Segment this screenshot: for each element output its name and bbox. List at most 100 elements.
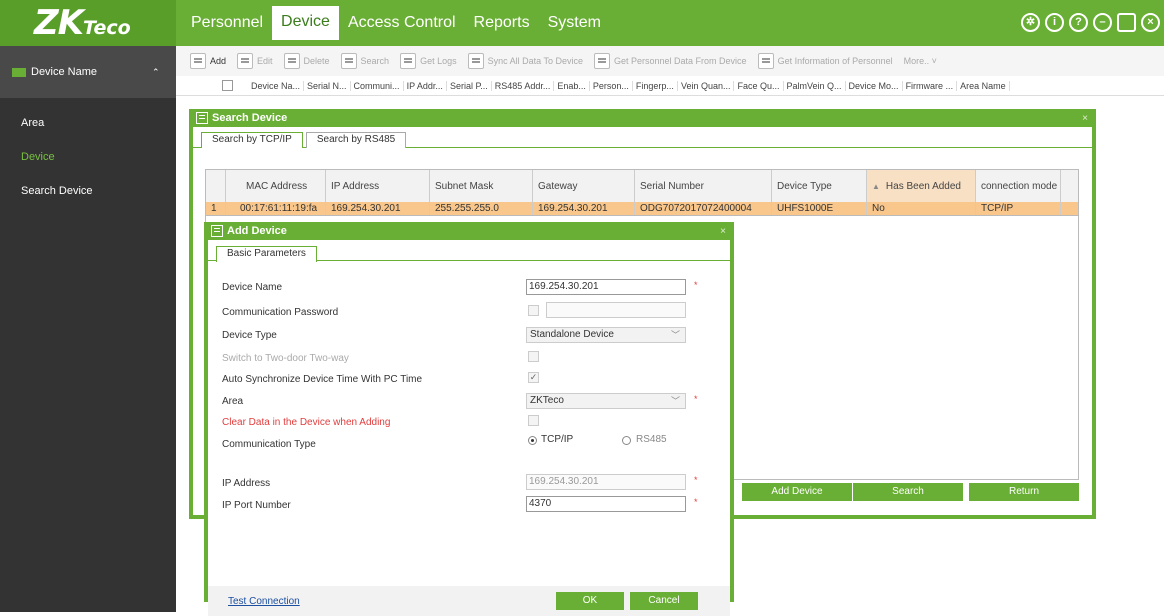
- tcpip-radio[interactable]: [528, 436, 537, 445]
- menu-device[interactable]: Device: [272, 6, 339, 40]
- select-all-checkbox[interactable]: [222, 80, 233, 91]
- menu-personnel[interactable]: Personnel: [182, 0, 272, 46]
- rs485-radio-label: RS485: [636, 434, 667, 445]
- grid-col-mode[interactable]: connection mode: [976, 170, 1061, 202]
- col-device-model[interactable]: Device Mo...: [846, 80, 903, 91]
- ip-address-input[interactable]: 169.254.30.201: [526, 474, 686, 490]
- col-communication[interactable]: Communi...: [351, 80, 404, 91]
- add-device-tabs: Basic Parameters: [208, 240, 730, 262]
- sidebar-header-label: Device Name: [31, 66, 98, 78]
- tcpip-radio-label: TCP/IP: [541, 434, 574, 445]
- search-button[interactable]: Search: [340, 53, 389, 69]
- tab-basic-parameters[interactable]: Basic Parameters: [216, 246, 317, 262]
- collapse-icon[interactable]: ⌃: [152, 67, 160, 78]
- clear-data-checkbox[interactable]: [528, 415, 539, 426]
- ip-port-input[interactable]: 4370: [526, 496, 686, 512]
- col-device-name[interactable]: Device Na...: [248, 80, 305, 91]
- gear-icon[interactable]: ✲: [1021, 13, 1040, 32]
- search-tabs: Search by TCP/IP Search by RS485: [193, 127, 1092, 148]
- info-icon[interactable]: i: [1045, 13, 1064, 32]
- menu-reports[interactable]: Reports: [465, 0, 539, 46]
- help-icon[interactable]: ?: [1069, 13, 1088, 32]
- auto-sync-label: Auto Synchronize Device Time With PC Tim…: [222, 374, 423, 385]
- device-list-header: Device Na... Serial N... Communi... IP A…: [176, 76, 1164, 96]
- col-ip[interactable]: IP Addr...: [404, 80, 447, 91]
- col-firmware[interactable]: Firmware ...: [903, 80, 958, 91]
- add-device-window: Add Device × Basic Parameters Device Nam…: [204, 222, 734, 616]
- menu-access-control[interactable]: Access Control: [339, 0, 465, 46]
- sidebar: Device Name ⌃ Area Device Search Device: [0, 46, 176, 612]
- grid-col-ip[interactable]: IP Address: [326, 170, 430, 202]
- ip-port-label: IP Port Number: [222, 500, 291, 511]
- ok-button[interactable]: OK: [556, 592, 624, 610]
- table-row[interactable]: 1 00:17:61:11:19:fa 169.254.30.201 255.2…: [206, 202, 1078, 215]
- close-icon[interactable]: ×: [1141, 13, 1160, 32]
- search-button[interactable]: Search: [853, 483, 963, 501]
- col-serial-port[interactable]: Serial P...: [447, 80, 492, 91]
- grid-header: MAC Address IP Address Subnet Mask Gatew…: [206, 170, 1078, 202]
- window-icon: [196, 112, 208, 124]
- tab-tcpip[interactable]: Search by TCP/IP: [201, 132, 303, 148]
- delete-button[interactable]: Delete: [283, 53, 330, 69]
- chevron-down-icon: ﹀: [670, 396, 680, 406]
- col-fingerprint[interactable]: Fingerp...: [633, 80, 678, 91]
- toolbar: Add Edit Delete Search Get Logs Sync All…: [176, 46, 1164, 76]
- device-name-label: Device Name: [222, 282, 283, 293]
- grid-col-mac[interactable]: MAC Address: [226, 170, 326, 202]
- main-menu: Personnel Device Access Control Reports …: [182, 0, 610, 46]
- get-logs-button[interactable]: Get Logs: [400, 53, 457, 69]
- top-bar: ZKTeco Personnel Device Access Control R…: [0, 0, 1164, 46]
- switch-two-door-checkbox[interactable]: [528, 351, 539, 362]
- auto-sync-checkbox[interactable]: ✓: [528, 372, 539, 383]
- return-button[interactable]: Return: [969, 483, 1079, 501]
- area-select[interactable]: ZKTeco ﹀: [526, 393, 686, 409]
- close-icon[interactable]: ×: [720, 226, 726, 237]
- search-icon: [340, 53, 357, 69]
- grid-col-gateway[interactable]: Gateway: [533, 170, 635, 202]
- col-serial[interactable]: Serial N...: [304, 80, 351, 91]
- edit-button[interactable]: Edit: [237, 53, 273, 69]
- add-button[interactable]: Add: [190, 53, 226, 69]
- cancel-button[interactable]: Cancel: [630, 592, 698, 610]
- menu-system[interactable]: System: [539, 0, 610, 46]
- sidebar-item-search-device[interactable]: Search Device: [0, 174, 176, 208]
- col-enable[interactable]: Enab...: [554, 80, 590, 91]
- personnel-data-icon: [594, 53, 610, 69]
- col-person[interactable]: Person...: [590, 80, 633, 91]
- sidebar-item-area[interactable]: Area: [0, 106, 176, 140]
- col-vein[interactable]: Vein Quan...: [678, 80, 735, 91]
- window-icon: [211, 225, 223, 237]
- window-controls: ✲ i ? – ×: [1021, 13, 1160, 32]
- add-device-button[interactable]: Add Device: [742, 483, 852, 501]
- required-marker: *: [694, 280, 698, 290]
- rs485-radio[interactable]: [622, 436, 631, 445]
- minimize-icon[interactable]: –: [1093, 13, 1112, 32]
- test-connection-link[interactable]: Test Connection: [228, 596, 300, 607]
- sidebar-header[interactable]: Device Name ⌃: [0, 46, 176, 98]
- device-type-select[interactable]: Standalone Device ﹀: [526, 327, 686, 343]
- col-face[interactable]: Face Qu...: [734, 80, 784, 91]
- device-name-input[interactable]: 169.254.30.201: [526, 279, 686, 295]
- tab-rs485[interactable]: Search by RS485: [305, 132, 407, 148]
- sidebar-item-device[interactable]: Device: [0, 140, 176, 174]
- grid-col-added[interactable]: ▲ Has Been Added: [867, 170, 976, 202]
- device-type-label: Device Type: [222, 330, 277, 341]
- grid-col-type[interactable]: Device Type: [772, 170, 867, 202]
- col-area[interactable]: Area Name: [957, 80, 1010, 91]
- maximize-icon[interactable]: [1117, 13, 1136, 32]
- comm-password-checkbox[interactable]: [528, 305, 539, 316]
- col-palmvein[interactable]: PalmVein Q...: [784, 80, 846, 91]
- close-icon[interactable]: ×: [1082, 113, 1088, 124]
- device-icon: [12, 67, 26, 77]
- col-rs485[interactable]: RS485 Addr...: [492, 80, 555, 91]
- grid-col-serial[interactable]: Serial Number: [635, 170, 772, 202]
- person-info-icon: [757, 53, 774, 69]
- sync-all-button[interactable]: Sync All Data To Device: [467, 53, 583, 69]
- more-button[interactable]: More.. ˅: [904, 56, 937, 66]
- comm-password-input[interactable]: [546, 302, 686, 318]
- get-personnel-button[interactable]: Get Personnel Data From Device: [594, 53, 747, 69]
- comm-password-label: Communication Password: [222, 307, 339, 318]
- grid-col-mask[interactable]: Subnet Mask: [430, 170, 533, 202]
- add-icon: [190, 53, 206, 69]
- get-info-button[interactable]: Get Information of Personnel: [757, 53, 893, 69]
